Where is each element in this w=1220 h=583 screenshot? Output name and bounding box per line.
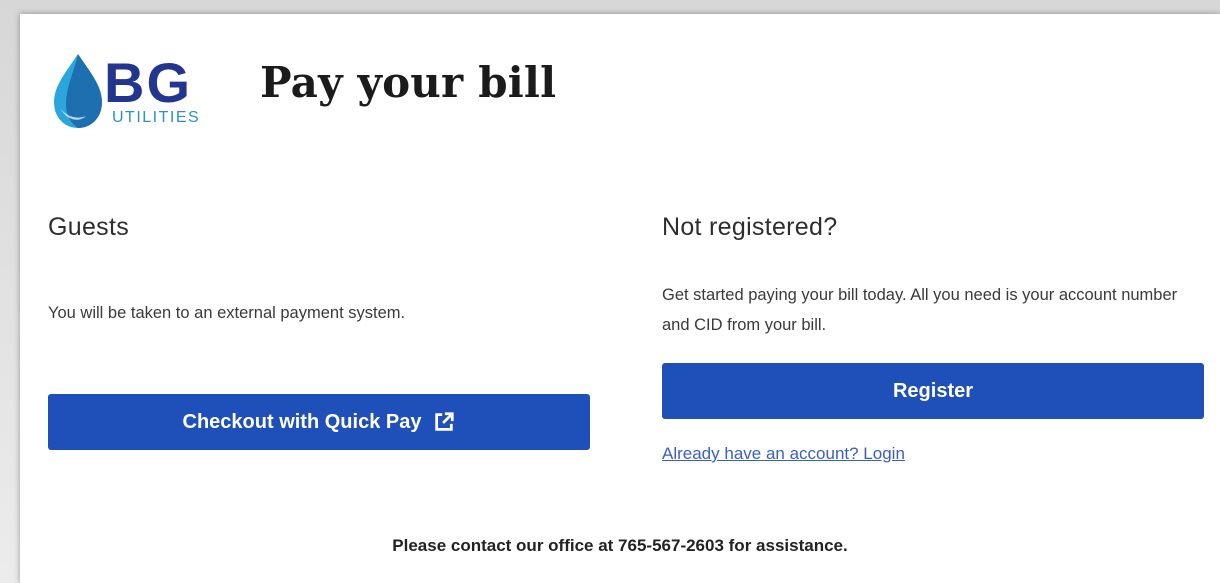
guests-description: You will be taken to an external payment…	[48, 304, 406, 322]
external-link-icon	[435, 412, 455, 431]
contact-info: Please contact our office at 765-567-260…	[392, 536, 848, 555]
page-background: BG UTILITIES Pay your bill Guests You wi…	[0, 0, 1220, 583]
pay-bill-card: BG UTILITIES Pay your bill Guests You wi…	[20, 14, 1220, 583]
bg-utilities-logo: BG UTILITIES	[54, 51, 200, 128]
page-title: Pay your bill	[260, 58, 557, 107]
login-link[interactable]: Already have an account? Login	[662, 444, 905, 464]
checkout-quick-pay-button[interactable]: Checkout with Quick Pay	[48, 394, 590, 450]
not-registered-heading: Not registered?	[662, 213, 838, 241]
register-description: Get started paying your bill today. All …	[662, 286, 1178, 334]
guests-heading: Guests	[48, 213, 129, 241]
register-label: Register	[892, 379, 974, 402]
logo-letters: BG	[104, 51, 192, 114]
register-button[interactable]: Register	[662, 363, 1204, 419]
logo-subtitle: UTILITIES	[112, 109, 200, 126]
quick-pay-label: Checkout with Quick Pay	[182, 410, 422, 433]
